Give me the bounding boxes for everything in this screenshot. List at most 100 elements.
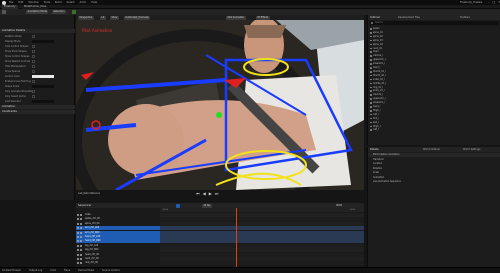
track-timeline-lane[interactable]	[160, 257, 364, 261]
sequencer-title[interactable]: Sequencer	[78, 203, 91, 208]
lock-icon[interactable]	[80, 222, 82, 225]
skip-end-icon[interactable]: ⏭	[215, 191, 219, 196]
sequencer-track[interactable]: leg_ctrl_R00	[76, 248, 160, 252]
sequencer-track[interactable]: spine_ctrl_00	[76, 222, 160, 226]
section-constraints[interactable]: Constraints	[0, 110, 75, 114]
playhead[interactable]	[236, 208, 237, 267]
tab-world-settings[interactable]: World Settings	[463, 147, 480, 152]
menu-tools[interactable]: Tools	[44, 1, 50, 4]
menu-window[interactable]: Window	[28, 1, 38, 4]
property-checkbox[interactable]	[32, 50, 35, 53]
details-row[interactable]: Location	[368, 162, 500, 166]
visibility-icon[interactable]	[77, 227, 79, 230]
lock-icon[interactable]	[80, 231, 82, 234]
track-timeline-lane[interactable]	[160, 243, 364, 248]
visibility-icon[interactable]	[77, 218, 79, 221]
sequencer-track[interactable]: head_ctrl_00	[76, 253, 160, 257]
track-timeline-lane[interactable]	[160, 252, 364, 257]
tab-world-outliner[interactable]: World Outliner	[423, 147, 440, 152]
visibility-icon[interactable]	[77, 262, 79, 265]
details-row[interactable]: Rotation	[368, 167, 500, 171]
details-row[interactable]: Pilot Creation Animation	[368, 153, 500, 157]
key-icon[interactable]	[176, 203, 180, 208]
property-checkbox[interactable]	[32, 70, 35, 73]
fps-dropdown[interactable]: 24 fps	[202, 203, 212, 208]
menu-actor[interactable]: Actor	[80, 1, 87, 4]
details-row[interactable]: Live Animation Sequence	[368, 180, 500, 184]
level-viewport[interactable]: Perspective Lit Show Dublicated_Overview…	[76, 15, 364, 200]
lock-icon[interactable]	[80, 244, 82, 247]
property-checkbox[interactable]	[32, 90, 35, 93]
details-row[interactable]: Transform	[368, 158, 500, 162]
visibility-icon[interactable]	[77, 240, 79, 243]
sequencer-track[interactable]: Cube	[76, 213, 160, 217]
status-content-drawer[interactable]: Content Drawer	[2, 269, 21, 273]
visibility-icon[interactable]	[77, 222, 79, 225]
track-timeline-lane[interactable]	[160, 217, 364, 222]
section-animation-details[interactable]: Animation Details	[0, 29, 75, 33]
property-value-field[interactable]	[32, 85, 54, 88]
lock-icon[interactable]	[80, 227, 82, 230]
section-animation[interactable]: Animation	[0, 105, 75, 109]
menu-edit[interactable]: Edit	[18, 1, 23, 4]
maximize-icon[interactable]: □	[493, 0, 496, 4]
track-timeline-lane[interactable]	[160, 230, 364, 235]
skip-start-icon[interactable]: ⏮	[196, 191, 200, 196]
lock-icon[interactable]	[80, 262, 82, 265]
viewport-options-button[interactable]: Perspective	[78, 15, 94, 20]
play-icon[interactable]	[72, 10, 76, 14]
sequencer-track[interactable]: hand_ctrl_R00	[76, 239, 160, 244]
lock-icon[interactable]	[80, 240, 82, 243]
lock-icon[interactable]	[80, 214, 82, 216]
lock-icon[interactable]	[80, 236, 82, 238]
property-value-field[interactable]	[32, 100, 54, 103]
property-checkbox[interactable]	[32, 65, 35, 68]
unreal-logo-icon[interactable]	[2, 0, 6, 5]
track-timeline-lane[interactable]	[160, 239, 364, 244]
menu-build[interactable]: Build	[55, 1, 62, 4]
outliner-search-input[interactable]: Search...	[370, 21, 499, 25]
status-trace[interactable]: Trace	[64, 269, 70, 273]
show-button[interactable]: Show	[110, 15, 119, 20]
tab-development-tree[interactable]: Development Tree	[398, 15, 420, 20]
track-timeline-lane[interactable]	[160, 226, 364, 231]
visibility-icon[interactable]	[77, 249, 79, 252]
track-timeline-lane[interactable]	[160, 248, 364, 253]
property-checkbox[interactable]	[32, 45, 35, 48]
lock-icon[interactable]	[80, 258, 82, 260]
track-timeline-lane[interactable]	[160, 235, 364, 239]
sequencer-track[interactable]: hand_ctrl_L00	[76, 235, 160, 239]
sequencer-track[interactable]: arm_ctrl_R00	[76, 230, 160, 235]
property-checkbox[interactable]	[32, 60, 35, 63]
status-source-control[interactable]: Source Control	[102, 269, 120, 273]
sequencer-track[interactable]: leg_ctrl_L00	[76, 244, 160, 248]
outliner-item[interactable]: calf_r	[368, 128, 500, 132]
lock-icon[interactable]	[80, 253, 82, 256]
step-back-icon[interactable]: ◀	[203, 191, 206, 196]
lit-button[interactable]: Lit	[100, 15, 106, 20]
mode-dropdown[interactable]: Animation Mode	[26, 10, 49, 14]
details-title[interactable]: Details	[368, 147, 379, 152]
visibility-icon[interactable]	[77, 231, 79, 234]
track-timeline-lane[interactable]	[160, 213, 364, 217]
pilot-animation-button[interactable]: Pilot Animation	[226, 15, 246, 20]
visibility-icon[interactable]	[77, 214, 79, 216]
menu-select[interactable]: Select	[67, 1, 75, 4]
minimize-icon[interactable]: –	[488, 0, 490, 4]
details-row[interactable]: Animation	[368, 176, 500, 180]
menu-file[interactable]: File	[9, 1, 13, 4]
play-icon[interactable]: ▶	[209, 191, 212, 196]
track-timeline-lane[interactable]	[160, 261, 364, 266]
save-icon[interactable]	[2, 10, 6, 14]
property-checkbox[interactable]	[32, 35, 35, 38]
rt-effects-button[interactable]: RT Effects	[256, 15, 270, 20]
lock-icon[interactable]	[80, 218, 82, 221]
status-derived-data[interactable]: Derived Data	[78, 269, 94, 273]
visibility-icon[interactable]	[77, 244, 79, 247]
menu-help[interactable]: Help	[91, 1, 97, 4]
outliner-title[interactable]: Outliner	[368, 15, 380, 20]
visibility-icon[interactable]	[77, 253, 79, 256]
details-row[interactable]: Scale	[368, 171, 500, 175]
visibility-icon[interactable]	[77, 236, 79, 238]
overview-button[interactable]: Dublicated_Overview	[124, 15, 151, 20]
